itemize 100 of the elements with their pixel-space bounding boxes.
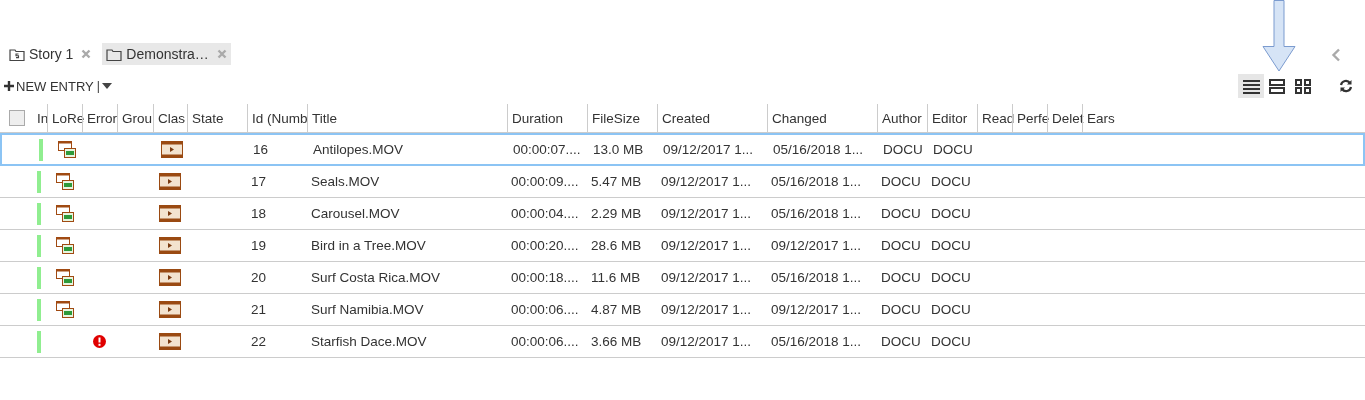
table-row[interactable]: 17 Seals.MOV 00:00:09.... 5.47 MB 09/12/2017 1... 05/16/2018 1... DOCU DOCU xyxy=(0,166,1365,198)
tab[interactable]: Demonstra… xyxy=(102,43,231,65)
table-cell: 5.47 MB xyxy=(591,174,642,189)
table-cell: 09/12/2017 1... xyxy=(661,302,752,317)
table-row[interactable]: 21 Surf Namibia.MOV 00:00:06.... 4.87 MB 09/12/2017 1... 09/12/2017 1... DOCU DOCU xyxy=(0,294,1365,326)
table-cell: DOCU xyxy=(881,238,921,253)
table-cell: 00:00:20.... xyxy=(511,238,579,253)
column-header[interactable]: Clas xyxy=(158,110,185,126)
table-cell: 09/12/2017 1... xyxy=(661,334,752,349)
column-header[interactable]: Changed xyxy=(772,110,827,126)
film-icon xyxy=(159,237,181,254)
table-cell: Surf Namibia.MOV xyxy=(311,302,424,317)
table-cell: 22 xyxy=(251,334,267,349)
table-cell: 2.29 MB xyxy=(591,206,642,221)
folder-icon xyxy=(106,47,123,61)
table-cell: 09/12/2017 1... xyxy=(771,302,862,317)
table-cell: DOCU xyxy=(931,270,971,285)
caret-icon[interactable] xyxy=(101,83,112,89)
table-cell: 18 xyxy=(251,206,267,221)
table-cell: 09/12/2017 1... xyxy=(661,174,752,189)
table-cell: 09/12/2017 1... xyxy=(661,238,752,253)
column-header[interactable]: State xyxy=(192,110,224,126)
table-cell: 13.0 MB xyxy=(593,142,644,157)
table-cell: DOCU xyxy=(931,174,971,189)
table-cell: DOCU xyxy=(881,302,921,317)
table-cell: 09/12/2017 1... xyxy=(663,142,754,157)
list-view-button[interactable] xyxy=(1238,74,1264,98)
tab-label: Story 1 xyxy=(29,46,74,62)
table-cell: DOCU xyxy=(881,270,921,285)
table-cell: DOCU xyxy=(883,142,923,157)
table-row[interactable]: 20 Surf Costa Rica.MOV 00:00:18.... 11.6 MB 09/12/2017 1... 05/16/2018 1... DOCU DOCU xyxy=(0,262,1365,294)
refresh-icon[interactable] xyxy=(1339,79,1353,93)
column-header[interactable]: Author xyxy=(882,110,922,126)
table-cell: 05/16/2018 1... xyxy=(771,270,862,285)
tab[interactable]: Story 1 xyxy=(6,43,95,65)
table-cell: 00:00:18.... xyxy=(511,270,579,285)
table-cell: 00:00:07.... xyxy=(513,142,581,157)
film-icon xyxy=(159,173,181,190)
new-entry-button[interactable]: NEW ENTRY xyxy=(4,78,94,94)
table-cell: Surf Costa Rica.MOV xyxy=(311,270,441,285)
column-header[interactable]: Id (Numb xyxy=(252,110,308,126)
table-row[interactable]: 16 Antilopes.MOV 00:00:07.... 13.0 MB 09/12/2017 1... 05/16/2018 1... DOCU DOCU xyxy=(0,133,1365,166)
status-bar xyxy=(37,266,41,289)
table-cell: 17 xyxy=(251,174,267,189)
separator: | xyxy=(96,79,100,93)
status-bar xyxy=(37,202,41,225)
table-cell: 00:00:06.... xyxy=(511,302,579,317)
arrow-annotation xyxy=(1262,0,1296,72)
tab-label: Demonstra… xyxy=(126,46,209,62)
film-icon xyxy=(161,141,183,158)
column-header[interactable]: Error xyxy=(87,110,117,126)
status-bar xyxy=(37,298,41,321)
story-folder-icon xyxy=(9,47,25,61)
column-header[interactable]: Delet xyxy=(1052,110,1084,126)
table-cell: 4.87 MB xyxy=(591,302,642,317)
table-cell: 20 xyxy=(251,270,267,285)
table-row[interactable]: 19 Bird in a Tree.MOV 00:00:20.... 28.6 MB 09/12/2017 1... 09/12/2017 1... DOCU DOCU xyxy=(0,230,1365,262)
column-header[interactable]: Title xyxy=(312,110,337,126)
table-cell: DOCU xyxy=(881,206,921,221)
column-header[interactable]: Duration xyxy=(512,110,564,126)
table-cell: 05/16/2018 1... xyxy=(771,174,862,189)
table-cell: 09/12/2017 1... xyxy=(771,238,862,253)
table-cell: 28.6 MB xyxy=(591,238,642,253)
column-header[interactable]: Ears xyxy=(1087,110,1115,126)
table-cell: 21 xyxy=(251,302,267,317)
table-cell: Starfish Dace.MOV xyxy=(311,334,427,349)
table-cell: 11.6 MB xyxy=(591,270,641,285)
table-cell: Seals.MOV xyxy=(311,174,380,189)
table-cell: 09/12/2017 1... xyxy=(661,270,752,285)
table-cell: 19 xyxy=(251,238,267,253)
status-bar xyxy=(37,234,41,257)
film-icon xyxy=(159,301,181,318)
table-cell: 05/16/2018 1... xyxy=(773,142,864,157)
table-row[interactable]: 18 Carousel.MOV 00:00:04.... 2.29 MB 09/12/2017 1... 05/16/2018 1... DOCU DOCU xyxy=(0,198,1365,230)
table-cell: Antilopes.MOV xyxy=(313,142,404,157)
table-cell: 00:00:04.... xyxy=(511,206,579,221)
select-all-checkbox[interactable] xyxy=(8,110,25,126)
column-header[interactable]: Grou xyxy=(122,110,152,126)
table-cell: DOCU xyxy=(931,334,971,349)
table-row[interactable]: 22 Starfish Dace.MOV 00:00:06.... 3.66 MB 09/12/2017 1... 05/16/2018 1... DOCU DOCU xyxy=(0,326,1365,358)
plus-icon xyxy=(4,81,14,91)
table-cell: DOCU xyxy=(931,302,971,317)
column-header[interactable]: FileSize xyxy=(592,110,640,126)
film-icon xyxy=(159,333,181,350)
table-cell: DOCU xyxy=(933,142,973,157)
column-header[interactable]: In xyxy=(37,110,49,126)
table-cell: 05/16/2018 1... xyxy=(771,334,862,349)
table-cell: 00:00:09.... xyxy=(511,174,579,189)
table-cell: DOCU xyxy=(931,206,971,221)
column-header[interactable]: Created xyxy=(662,110,711,126)
status-bar xyxy=(39,138,43,161)
film-icon xyxy=(159,205,181,222)
table-cell: 16 xyxy=(253,142,269,157)
table-cell: 09/12/2017 1... xyxy=(661,206,752,221)
table-cell: Carousel.MOV xyxy=(311,206,400,221)
status-bar xyxy=(37,170,41,193)
column-header[interactable]: Editor xyxy=(932,110,968,126)
table-cell: DOCU xyxy=(931,238,971,253)
table-cell: 00:00:06.... xyxy=(511,334,579,349)
film-icon xyxy=(159,269,181,286)
